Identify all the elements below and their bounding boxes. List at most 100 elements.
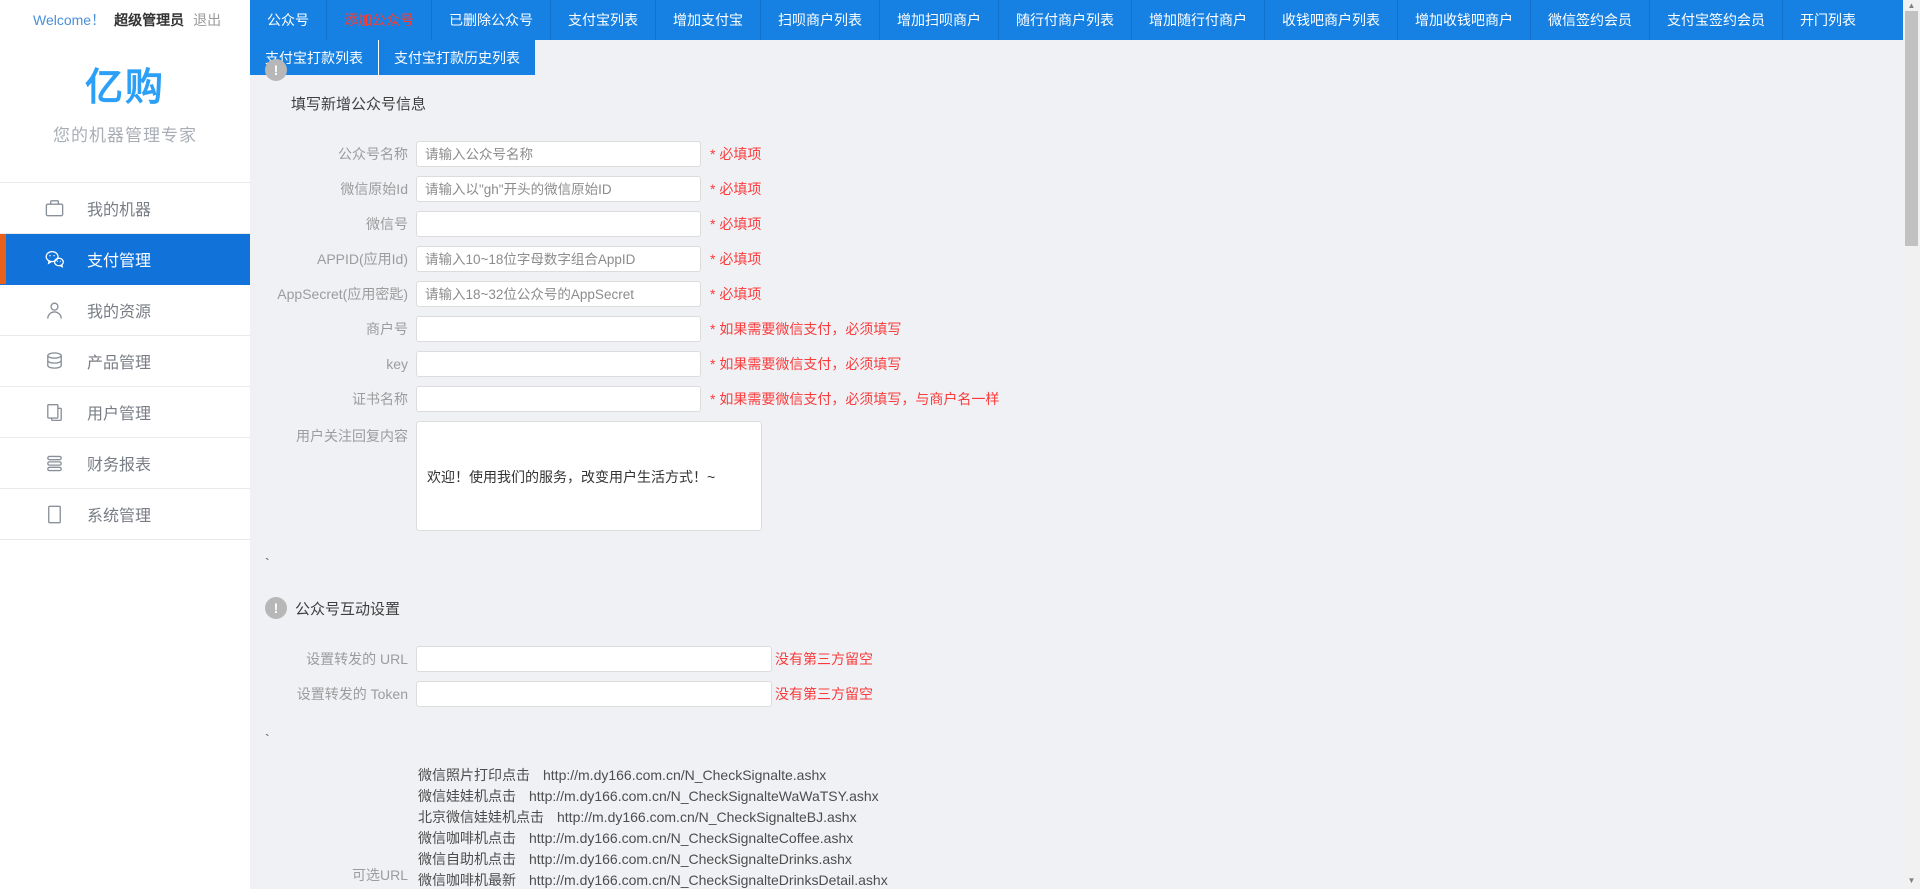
document-icon: [43, 503, 66, 526]
report-icon: [43, 452, 66, 475]
field-label: 设置转发的 Token: [265, 684, 408, 704]
input-forward-token[interactable]: [416, 681, 772, 707]
nav-tab-suixingfu-merchant-list[interactable]: 随行付商户列表: [998, 0, 1131, 40]
nav-tab-deleted-public-accounts[interactable]: 已删除公众号: [431, 0, 550, 40]
sidebar-item-my-resources[interactable]: 我的资源: [0, 285, 250, 336]
field-label: 微信原始Id: [265, 179, 408, 199]
nav-tab-add-suixingfu-merchant[interactable]: 增加随行付商户: [1131, 0, 1264, 40]
form-row: 商户号 * 如果需要微信支付，必须填写: [265, 316, 1903, 342]
form-row: AppSecret(应用密匙) * 必填项: [265, 281, 1903, 307]
optional-hint: 没有第三方留空: [775, 649, 873, 669]
field-label: 公众号名称: [265, 144, 408, 164]
url-value: http://m.dy166.com.cn/N_CheckSignalteWaW…: [529, 788, 879, 804]
section-header: ! 公众号互动设置: [265, 597, 1903, 619]
required-hint: * 如果需要微信支付，必须填写，与商户名一样: [710, 389, 999, 409]
sidebar-item-label: 我的资源: [87, 298, 151, 322]
required-hint: * 必填项: [710, 179, 761, 199]
url-value: http://m.dy166.com.cn/N_CheckSignalteBJ.…: [557, 809, 857, 825]
subnav-tab-alipay-payout-history[interactable]: 支付宝打款历史列表: [378, 40, 535, 75]
form-row: 证书名称 * 如果需要微信支付，必须填写，与商户名一样: [265, 386, 1903, 412]
input-account-name[interactable]: [416, 141, 701, 167]
nav-tab-public-accounts[interactable]: 公众号: [250, 0, 326, 40]
input-key[interactable]: [416, 351, 701, 377]
nav-tab-saobei-merchant-list[interactable]: 扫呗商户列表: [760, 0, 879, 40]
field-label: 商户号: [265, 319, 408, 339]
nav-tab-add-alipay[interactable]: 增加支付宝: [655, 0, 760, 40]
textarea-follow-reply[interactable]: 欢迎！使用我们的服务，改变用户生活方式！~: [416, 421, 762, 531]
required-hint: * 如果需要微信支付，必须填写: [710, 319, 901, 339]
main-area: 公众号 添加公众号 已删除公众号 支付宝列表 增加支付宝 扫呗商户列表 增加扫呗…: [250, 0, 1903, 889]
nav-tab-open-door-list[interactable]: 开门列表: [1782, 0, 1873, 40]
sidebar-item-my-machines[interactable]: 我的机器: [0, 183, 250, 234]
nav-tab-alipay-signed-members[interactable]: 支付宝签约会员: [1649, 0, 1782, 40]
nav-tab-shouqianba-merchant-list[interactable]: 收钱吧商户列表: [1264, 0, 1397, 40]
input-merchant-id[interactable]: [416, 316, 701, 342]
nav-tab-add-public-account[interactable]: 添加公众号: [326, 0, 431, 40]
list-item: 北京微信娃娃机点击 http://m.dy166.com.cn/N_CheckSi…: [418, 807, 897, 828]
field-label: 微信号: [265, 214, 408, 234]
url-name: 微信咖啡机最新: [418, 872, 516, 888]
sidebar-item-product-management[interactable]: 产品管理: [0, 336, 250, 387]
url-value: http://m.dy166.com.cn/N_CheckSignalteCof…: [529, 830, 853, 846]
input-cert-name[interactable]: [416, 386, 701, 412]
sidebar-item-system-management[interactable]: 系统管理: [0, 489, 250, 540]
url-name: 微信娃娃机点击: [418, 788, 516, 804]
new-account-form: 公众号名称 * 必填项 微信原始Id * 必填项 微信号 * 必填项: [265, 141, 1903, 531]
sidebar-item-financial-reports[interactable]: 财务报表: [0, 438, 250, 489]
nav-tab-add-saobei-merchant[interactable]: 增加扫呗商户: [879, 0, 998, 40]
current-user: 超级管理员: [114, 10, 184, 30]
sidebar-item-payment-management[interactable]: 支付管理: [0, 234, 250, 285]
sidebar-item-label: 产品管理: [87, 349, 151, 373]
person-icon: [43, 299, 66, 322]
sidebar-item-label: 用户管理: [87, 400, 151, 424]
nav-tab-add-shouqianba-merchant[interactable]: 增加收钱吧商户: [1397, 0, 1530, 40]
form-row: APPID(应用Id) * 必填项: [265, 246, 1903, 272]
required-hint: * 必填项: [710, 284, 761, 304]
field-label: 证书名称: [265, 389, 408, 409]
vertical-scrollbar[interactable]: ▲ ▼: [1903, 0, 1920, 889]
nav-tab-alipay-list[interactable]: 支付宝列表: [550, 0, 655, 40]
stray-backtick: `: [265, 731, 1903, 747]
form-row: 微信号 * 必填项: [265, 211, 1903, 237]
required-hint: * 如果需要微信支付，必须填写: [710, 354, 901, 374]
input-wechat-id[interactable]: [416, 211, 701, 237]
brand-block: 亿购 您的机器管理专家: [0, 40, 250, 182]
list-item: 微信娃娃机点击 http://m.dy166.com.cn/N_CheckSign…: [418, 786, 897, 807]
url-name: 北京微信娃娃机点击: [418, 809, 544, 825]
url-value: http://m.dy166.com.cn/N_CheckSignalteDri…: [529, 851, 852, 867]
form-section-title: 填写新增公众号信息: [291, 93, 1903, 114]
list-item: 微信自助机点击 http://m.dy166.com.cn/N_CheckSign…: [418, 849, 897, 870]
interaction-settings-form: ! 公众号互动设置 设置转发的 URL 没有第三方留空 设置转发的 Token …: [265, 597, 1903, 707]
url-value: http://m.dy166.com.cn/N_CheckSignalte.as…: [543, 767, 826, 783]
input-appid[interactable]: [416, 246, 701, 272]
optional-url-block: 可选URL 微信照片打印点击http://m.dy166.com.cn/N_Ch…: [265, 765, 1903, 889]
field-label: key: [265, 356, 408, 372]
sidebar-item-user-management[interactable]: 用户管理: [0, 387, 250, 438]
info-icon: !: [265, 59, 287, 81]
form-row: 设置转发的 URL 没有第三方留空: [265, 646, 1903, 672]
input-wechat-original-id[interactable]: [416, 176, 701, 202]
form-section-title: 公众号互动设置: [295, 598, 400, 619]
logout-link[interactable]: 退出: [193, 10, 221, 30]
sidebar-menu: 我的机器 支付管理 我的资源 产品管理 用户管理: [0, 182, 250, 540]
welcome-bar: Welcome！ 超级管理员 退出: [0, 0, 250, 40]
input-forward-url[interactable]: [416, 646, 772, 672]
form-row: 设置转发的 Token 没有第三方留空: [265, 681, 1903, 707]
required-hint: * 必填项: [710, 214, 761, 234]
scrollbar-thumb[interactable]: [1905, 11, 1918, 246]
pages-icon: [43, 401, 66, 424]
optional-hint: 没有第三方留空: [775, 684, 873, 704]
optional-url-list: 微信照片打印点击http://m.dy166.com.cn/N_CheckSig…: [418, 765, 897, 889]
sub-nav: 支付宝打款列表 支付宝打款历史列表: [250, 40, 1903, 75]
sidebar-item-label: 我的机器: [87, 196, 151, 220]
input-appsecret[interactable]: [416, 281, 701, 307]
top-nav: 公众号 添加公众号 已删除公众号 支付宝列表 增加支付宝 扫呗商户列表 增加扫呗…: [250, 0, 1903, 40]
url-name: 微信自助机点击: [418, 851, 516, 867]
form-row: 公众号名称 * 必填项: [265, 141, 1903, 167]
scrollbar-down-icon[interactable]: ▼: [1903, 875, 1920, 887]
field-label: APPID(应用Id): [265, 249, 408, 269]
database-icon: [43, 350, 66, 373]
app-window: Welcome！ 超级管理员 退出 亿购 您的机器管理专家 我的机器 支付管理: [0, 0, 1920, 889]
form-row: 微信原始Id * 必填项: [265, 176, 1903, 202]
nav-tab-wechat-signed-members[interactable]: 微信签约会员: [1530, 0, 1649, 40]
